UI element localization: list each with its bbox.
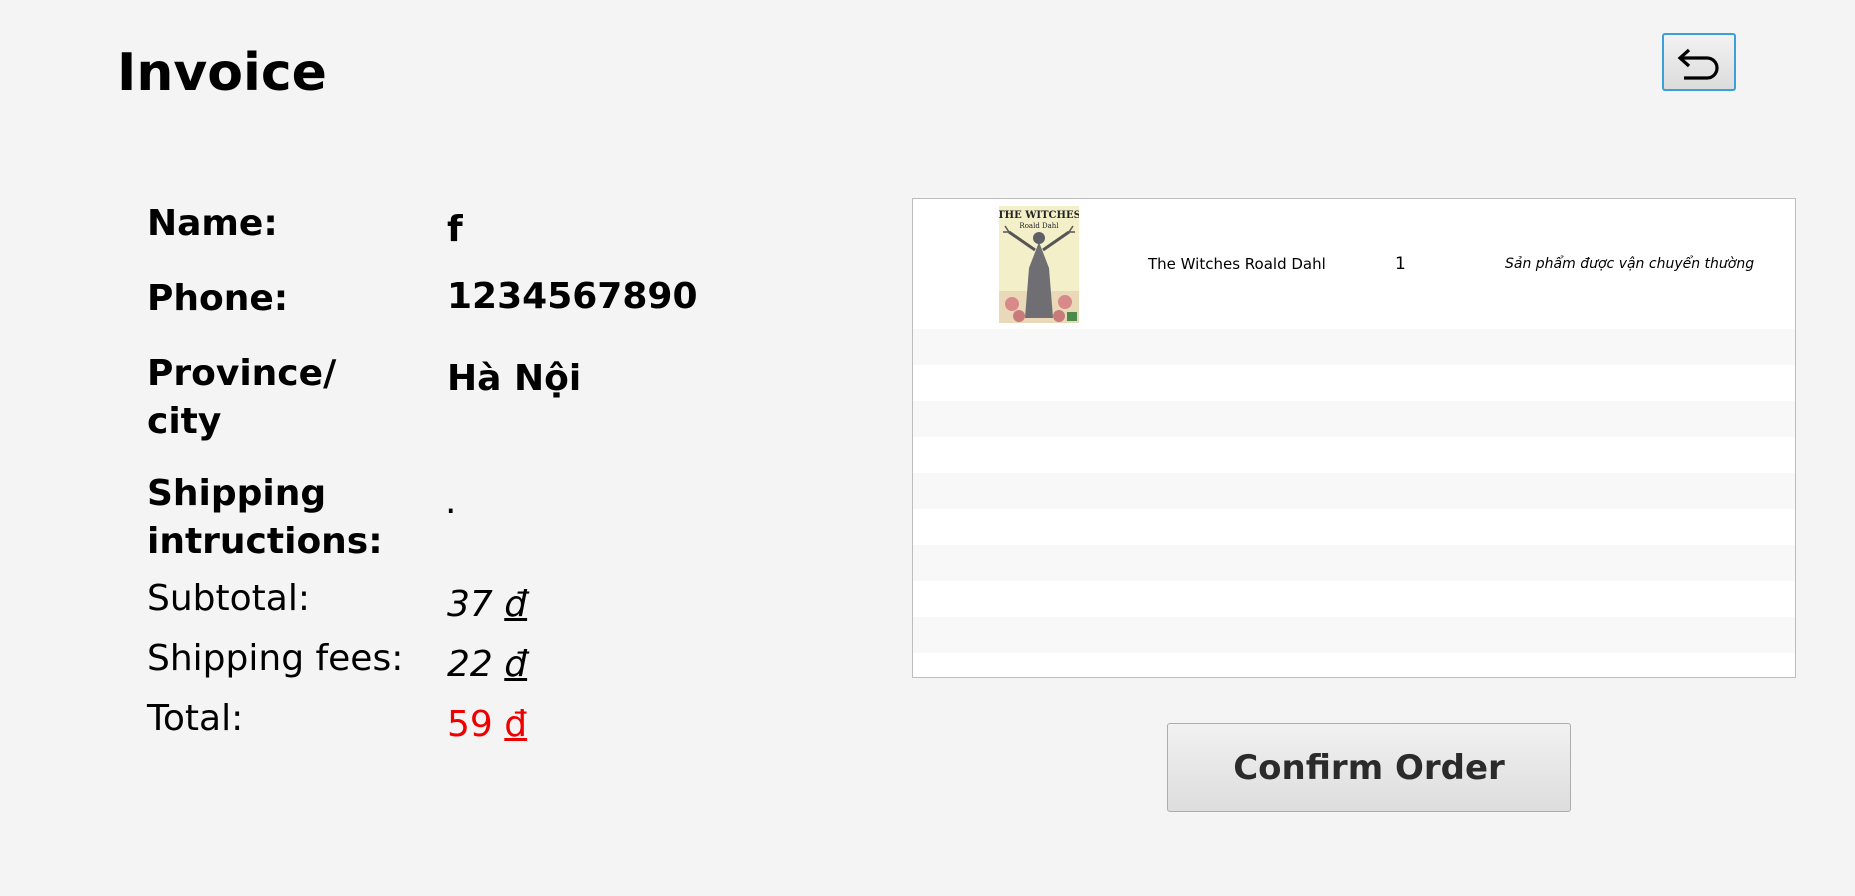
currency-symbol: đ <box>504 644 528 685</box>
shipping-instructions-label-line1: Shipping <box>147 473 327 514</box>
total-amount: 59 <box>447 704 493 745</box>
currency-symbol: đ <box>504 584 528 625</box>
item-quantity: 1 <box>1395 254 1406 274</box>
cover-author: Roald Dahl <box>1019 222 1059 230</box>
province-label-line2: city <box>147 401 222 442</box>
order-items-table[interactable]: THE WITCHES Roald Dahl The Witches Roald… <box>912 198 1796 678</box>
name-label: Name: <box>147 203 278 244</box>
empty-row <box>913 401 1795 437</box>
confirm-order-button[interactable]: Confirm Order <box>1167 723 1571 812</box>
page-title: Invoice <box>117 43 327 103</box>
empty-row <box>913 545 1795 581</box>
shipping-fees-amount: 22 <box>447 644 493 685</box>
shipping-instructions-value: . <box>445 481 457 522</box>
undo-arrow-icon <box>1675 44 1723 80</box>
province-label-line1: Province/ <box>147 353 337 394</box>
total-value: 59 đ <box>447 701 527 749</box>
total-label: Total: <box>147 698 244 739</box>
currency-symbol: đ <box>504 704 528 745</box>
phone-value: 1234567890 <box>447 276 698 317</box>
item-shipping-note: Sản phẩm được vận chuyển thường <box>1505 256 1755 272</box>
item-title: The Witches Roald Dahl <box>1148 255 1326 273</box>
province-value: Hà Nội <box>447 358 582 399</box>
cover-title: THE WITCHES <box>999 210 1079 221</box>
empty-row <box>913 509 1795 545</box>
back-button[interactable] <box>1662 33 1736 91</box>
shipping-instructions-label-line2: intructions: <box>147 521 383 562</box>
subtotal-label: Subtotal: <box>147 578 310 619</box>
empty-row <box>913 365 1795 401</box>
empty-row <box>913 581 1795 617</box>
book-cover-image: THE WITCHES Roald Dahl <box>997 206 1081 323</box>
empty-row <box>913 473 1795 509</box>
empty-row <box>913 437 1795 473</box>
shipping-fees-label: Shipping fees: <box>147 638 404 679</box>
shipping-fees-value: 22 đ <box>447 641 527 689</box>
name-value: f <box>447 209 463 250</box>
subtotal-value: 37 đ <box>447 581 527 629</box>
empty-row <box>913 617 1795 653</box>
table-row[interactable]: THE WITCHES Roald Dahl The Witches Roald… <box>913 199 1795 329</box>
subtotal-amount: 37 <box>447 584 493 625</box>
phone-label: Phone: <box>147 278 289 319</box>
empty-row <box>913 329 1795 365</box>
